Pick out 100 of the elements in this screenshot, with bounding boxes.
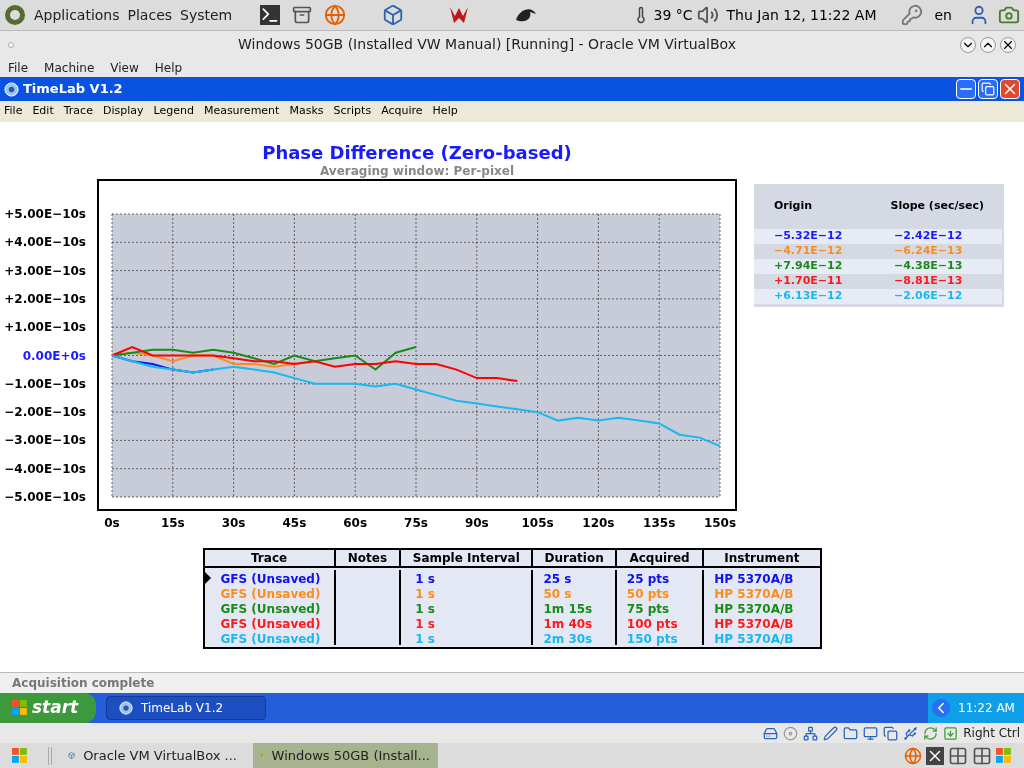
panel-menu[interactable]: Places	[127, 4, 173, 26]
column-header: Trace	[204, 550, 336, 566]
y-axis-label: −5.00E−10s	[4, 490, 86, 504]
restore-button[interactable]	[978, 79, 998, 99]
column-header: Slope (sec/sec)	[890, 198, 984, 214]
x-icon[interactable]	[926, 746, 944, 765]
table-cell: 25 pts	[626, 572, 670, 586]
x-axis-label: 90s	[464, 516, 489, 530]
slope-value: −8.81E−13	[894, 272, 963, 289]
y-axis-label: −2.00E−10s	[4, 405, 86, 420]
panel-task-button[interactable]: Windows 50GB (Install...	[253, 743, 438, 768]
workspace-switcher-icon[interactable]	[972, 745, 992, 766]
table-cell: 75 pts	[626, 602, 670, 616]
y-axis-label: +5.00E−10s	[4, 207, 86, 221]
volume-icon[interactable]	[696, 4, 719, 26]
table-cell: 1 s	[415, 572, 435, 586]
table-cell: GFS (Unsaved)	[220, 572, 321, 586]
menu-item[interactable]: Edit	[32, 103, 54, 120]
y-axis-label: 0.00E+0s	[22, 348, 86, 363]
table-cell: 1 s	[415, 587, 435, 601]
menu-item[interactable]: Scripts	[333, 103, 372, 120]
windows-flag-icon	[12, 700, 28, 716]
network-icon[interactable]	[803, 725, 819, 741]
cube-icon[interactable]	[382, 4, 405, 26]
origin-value: +6.13E−12	[774, 287, 844, 304]
table-cell: HP 5370A/B	[714, 617, 794, 631]
menu-item[interactable]: Acquire	[381, 103, 423, 120]
file-cabinet-icon[interactable]	[292, 5, 313, 25]
pen-icon[interactable]	[823, 725, 839, 741]
menu-item[interactable]: View	[110, 58, 139, 77]
keys-icon[interactable]	[900, 4, 923, 26]
menu-item[interactable]: Help	[154, 58, 183, 77]
gnome-logo-icon	[4, 4, 26, 26]
panel-menu[interactable]: System	[180, 4, 233, 26]
chart-subtitle: Averaging window: Per-pixel	[320, 164, 514, 178]
app-icon	[119, 701, 133, 715]
x-axis-label: 120s	[582, 516, 615, 530]
x-axis-label: 75s	[404, 516, 428, 530]
usb-icon[interactable]	[903, 725, 919, 741]
x-axis-label: 45s	[282, 516, 307, 530]
table-cell: 25 s	[543, 572, 572, 586]
table-cell: GFS (Unsaved)	[220, 587, 321, 601]
origin-value: +7.94E−12	[774, 257, 844, 274]
chart-title: Phase Difference (Zero-based)	[262, 142, 572, 164]
globe-icon[interactable]	[324, 4, 347, 26]
windows-icon[interactable]	[883, 725, 899, 741]
taskbar-button[interactable]: TimeLab V1.2	[106, 696, 266, 720]
column-header: Duration	[533, 550, 617, 566]
table-cell: 150 pts	[626, 632, 678, 646]
column-header: Sample Interval	[401, 550, 534, 566]
menu-item[interactable]: Help	[432, 103, 458, 120]
terminal-icon[interactable]	[260, 5, 281, 25]
keyboard-layout[interactable]: en	[934, 4, 952, 26]
panel-clock[interactable]: Thu Jan 12, 11:22 AM	[726, 4, 877, 26]
table-cell: HP 5370A/B	[714, 632, 794, 646]
panel-menu[interactable]: Applications	[34, 4, 120, 26]
table-cell: HP 5370A/B	[714, 602, 794, 616]
app-title: TimeLab V1.2	[23, 80, 123, 99]
table-cell: 1 s	[415, 632, 435, 646]
x-axis-label: 0s	[104, 516, 120, 530]
y-axis-label: −1.00E−10s	[4, 376, 86, 391]
x-axis-label: 30s	[221, 516, 246, 530]
menu-item[interactable]: Machine	[44, 58, 95, 77]
column-header: Notes	[335, 550, 402, 566]
menu-item[interactable]: Legend	[153, 103, 194, 120]
y-axis-label: +3.00E−10s	[4, 263, 86, 278]
temperature-reading: 39 °C	[653, 5, 693, 25]
status-text: Acquisition complete	[12, 675, 155, 692]
trace-row[interactable]: GFS (Unsaved) 1 s 1m 15s 75 pts HP 5370A/B	[204, 600, 820, 615]
start-button[interactable]: start	[0, 693, 96, 723]
x-axis-label: 150s	[703, 516, 737, 530]
minimize-button[interactable]	[960, 36, 976, 53]
menu-item[interactable]: File	[4, 103, 23, 120]
show-hidden-icons-button[interactable]	[932, 699, 950, 717]
refresh-icon[interactable]	[923, 725, 939, 741]
workspace-switcher-icon[interactable]	[948, 745, 968, 766]
camera-icon[interactable]	[998, 4, 1020, 26]
origin-value: −4.71E−12	[774, 242, 844, 259]
folder-icon[interactable]	[843, 725, 859, 741]
x-axis-label: 105s	[521, 516, 554, 530]
menu-item[interactable]: Display	[102, 103, 144, 120]
menu-item[interactable]: Trace	[63, 103, 93, 120]
column-header: Instrument	[723, 550, 801, 566]
slope-value: −4.38E−13	[894, 257, 963, 274]
menu-item[interactable]: File	[8, 58, 29, 77]
table-cell: 50 s	[543, 587, 572, 601]
close-button[interactable]	[1000, 36, 1016, 53]
app-icon	[4, 81, 19, 97]
menu-item[interactable]: Measurement	[203, 103, 280, 120]
monitor-icon[interactable]	[863, 725, 879, 741]
x-axis-label: 60s	[343, 516, 368, 530]
windows-flag-icon	[12, 747, 28, 764]
x-axis-label: 15s	[160, 516, 185, 530]
maximize-button[interactable]	[980, 36, 996, 53]
table-cell: GFS (Unsaved)	[220, 632, 321, 646]
menu-item[interactable]: Masks	[289, 103, 324, 120]
download-icon[interactable]	[943, 725, 959, 741]
table-cell: GFS (Unsaved)	[220, 602, 321, 616]
table-cell: 2m 30s	[543, 632, 593, 646]
table-cell: 1m 15s	[543, 602, 593, 616]
